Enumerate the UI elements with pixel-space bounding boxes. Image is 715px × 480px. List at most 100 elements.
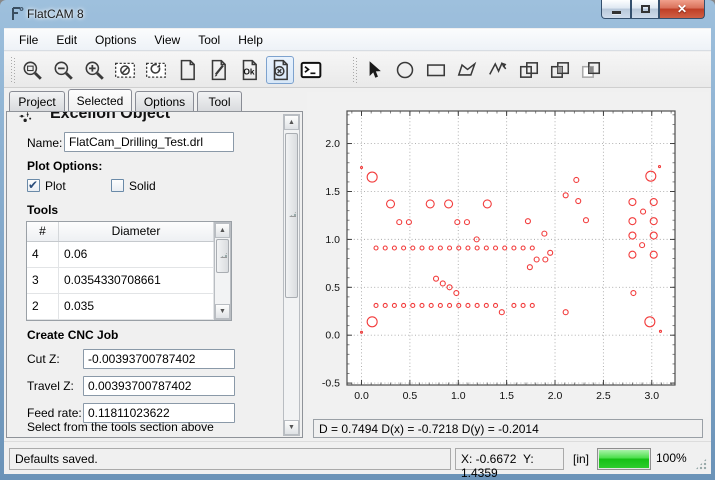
tool-number: 2 xyxy=(27,294,59,319)
progress-percent: 100% xyxy=(656,451,687,465)
tab-bar: ProjectSelectedOptionsTool xyxy=(6,89,303,111)
intersection-icon xyxy=(549,59,571,81)
cnc-job-label: Create CNC Job xyxy=(27,328,118,342)
svg-text:1.0: 1.0 xyxy=(325,234,340,246)
solid-checkbox-label: Solid xyxy=(129,179,156,193)
field-label: Travel Z: xyxy=(27,379,74,393)
tools-table-header: #Diameter xyxy=(27,222,231,242)
flatcam-window: FlatCAM 8 ✕ FileEditOptionsViewToolHelp … xyxy=(0,0,715,480)
units-indicator: [in] xyxy=(568,448,594,470)
intersection-tool-button[interactable] xyxy=(546,56,574,84)
scroll-down-icon[interactable]: ▼ xyxy=(284,420,299,435)
tool-number: 3 xyxy=(27,268,59,293)
svg-text:2.0: 2.0 xyxy=(548,390,563,402)
draw-rectangle-button[interactable] xyxy=(422,56,450,84)
circle-icon xyxy=(394,59,416,81)
excellon-object-icon xyxy=(17,112,35,127)
plot-checkbox[interactable] xyxy=(27,179,40,192)
travel-z-input[interactable] xyxy=(83,376,235,396)
window-title: FlatCAM 8 xyxy=(27,7,84,21)
cursor-icon xyxy=(363,59,385,81)
solid-checkbox[interactable] xyxy=(111,179,124,192)
status-bar: Defaults saved. X: -0.6672 Y: 1.4359 [in… xyxy=(4,441,711,474)
menu-bar: FileEditOptionsViewToolHelp xyxy=(4,29,711,51)
progress-bar xyxy=(597,448,651,470)
menu-tool[interactable]: Tool xyxy=(189,31,229,49)
tools-hint: Select from the tools section above xyxy=(27,420,214,434)
field-label: Cut Z: xyxy=(27,352,60,366)
object-title: Excellon Object xyxy=(50,112,250,128)
menu-help[interactable]: Help xyxy=(229,31,272,49)
selected-panel: Excellon Object Name: Plot Options: Plot… xyxy=(6,111,303,438)
panel-scrollbar[interactable]: ▲ ▼ xyxy=(283,114,300,436)
tab-options[interactable]: Options xyxy=(135,91,194,111)
plot-options-label: Plot Options: xyxy=(27,159,102,173)
tools-table[interactable]: #Diameter 40.0630.035433070866120.035 ▲ … xyxy=(26,221,232,321)
close-icon: ✕ xyxy=(677,2,687,16)
tab-selected[interactable]: Selected xyxy=(68,89,132,111)
resize-grip-icon[interactable] xyxy=(695,458,707,470)
cut-z-input[interactable] xyxy=(83,349,235,369)
status-message: Defaults saved. xyxy=(9,448,451,470)
tab-project[interactable]: Project xyxy=(9,91,65,111)
menu-options[interactable]: Options xyxy=(86,31,145,49)
svg-text:1.0: 1.0 xyxy=(451,390,466,402)
tools-label: Tools xyxy=(27,203,58,217)
name-input[interactable] xyxy=(64,132,234,152)
svg-text:0.0: 0.0 xyxy=(325,330,340,342)
menu-view[interactable]: View xyxy=(145,31,189,49)
col-header-number[interactable]: # xyxy=(27,222,59,241)
drill-plot: 0.0 0.5 1.0 1.5 2.0 2.5 3.0 -0.5 0.0 0.5 1.0 1.5 2.0 xyxy=(309,101,689,409)
scrollbar-thumb[interactable] xyxy=(285,133,298,298)
menu-edit[interactable]: Edit xyxy=(47,31,86,49)
title-bar[interactable]: FlatCAM 8 ✕ xyxy=(0,0,715,28)
tool-row[interactable]: 30.0354330708661 xyxy=(27,268,231,294)
polygon-icon xyxy=(456,59,478,81)
distance-readout: D = 0.7494 D(x) = -0.7218 D(y) = -0.2014 xyxy=(313,419,703,438)
svg-text:0.5: 0.5 xyxy=(403,390,418,402)
draw-circle-button[interactable] xyxy=(391,56,419,84)
toolbar: Ok xyxy=(4,52,711,88)
svg-text:1.5: 1.5 xyxy=(499,390,514,402)
close-button[interactable]: ✕ xyxy=(659,0,705,19)
scroll-up-icon[interactable]: ▲ xyxy=(284,115,299,130)
flatcam-logo-icon xyxy=(9,6,25,22)
tool-number: 4 xyxy=(27,242,59,267)
scroll-down-icon[interactable]: ▼ xyxy=(215,304,230,319)
subtract-tool-button[interactable] xyxy=(577,56,605,84)
field-label: Feed rate: xyxy=(27,406,82,420)
minimize-button[interactable] xyxy=(601,0,631,19)
maximize-icon xyxy=(641,5,650,13)
minimize-icon xyxy=(612,11,621,14)
select-tool-button[interactable] xyxy=(360,56,388,84)
tools-table-scrollbar[interactable]: ▲ ▼ xyxy=(214,222,231,320)
maximize-button[interactable] xyxy=(631,0,659,19)
draw-polygon-button[interactable] xyxy=(453,56,481,84)
plot-canvas[interactable]: 0.0 0.5 1.0 1.5 2.0 2.5 3.0 -0.5 0.0 0.5 1.0 1.5 2.0 xyxy=(307,92,709,417)
draw-polyline-button[interactable] xyxy=(484,56,512,84)
union-icon xyxy=(518,59,540,81)
svg-text:-0.5: -0.5 xyxy=(322,378,340,390)
union-tool-button[interactable] xyxy=(515,56,543,84)
scrollbar-thumb[interactable] xyxy=(216,239,229,273)
svg-text:1.5: 1.5 xyxy=(325,186,340,198)
rectangle-icon xyxy=(425,59,447,81)
col-header-diameter[interactable]: Diameter xyxy=(59,222,214,241)
tool-diameter: 0.0354330708661 xyxy=(59,268,214,293)
svg-text:0.0: 0.0 xyxy=(354,390,369,402)
tab-tool[interactable]: Tool xyxy=(197,91,242,111)
svg-text:2.5: 2.5 xyxy=(596,390,611,402)
tool-diameter: 0.035 xyxy=(59,294,214,319)
name-label: Name: xyxy=(27,136,62,150)
menu-file[interactable]: File xyxy=(10,31,47,49)
tool-row[interactable]: 40.06 xyxy=(27,242,231,268)
svg-text:0.5: 0.5 xyxy=(325,282,340,294)
tool-diameter: 0.06 xyxy=(59,242,214,267)
scroll-up-icon[interactable]: ▲ xyxy=(215,223,230,238)
plot-checkbox-label: Plot xyxy=(45,179,66,193)
tool-row[interactable]: 20.035 xyxy=(27,294,231,320)
svg-text:2.0: 2.0 xyxy=(325,138,340,150)
svg-text:3.0: 3.0 xyxy=(644,390,659,402)
subtract-icon xyxy=(580,59,602,81)
polyline-icon xyxy=(487,59,509,81)
